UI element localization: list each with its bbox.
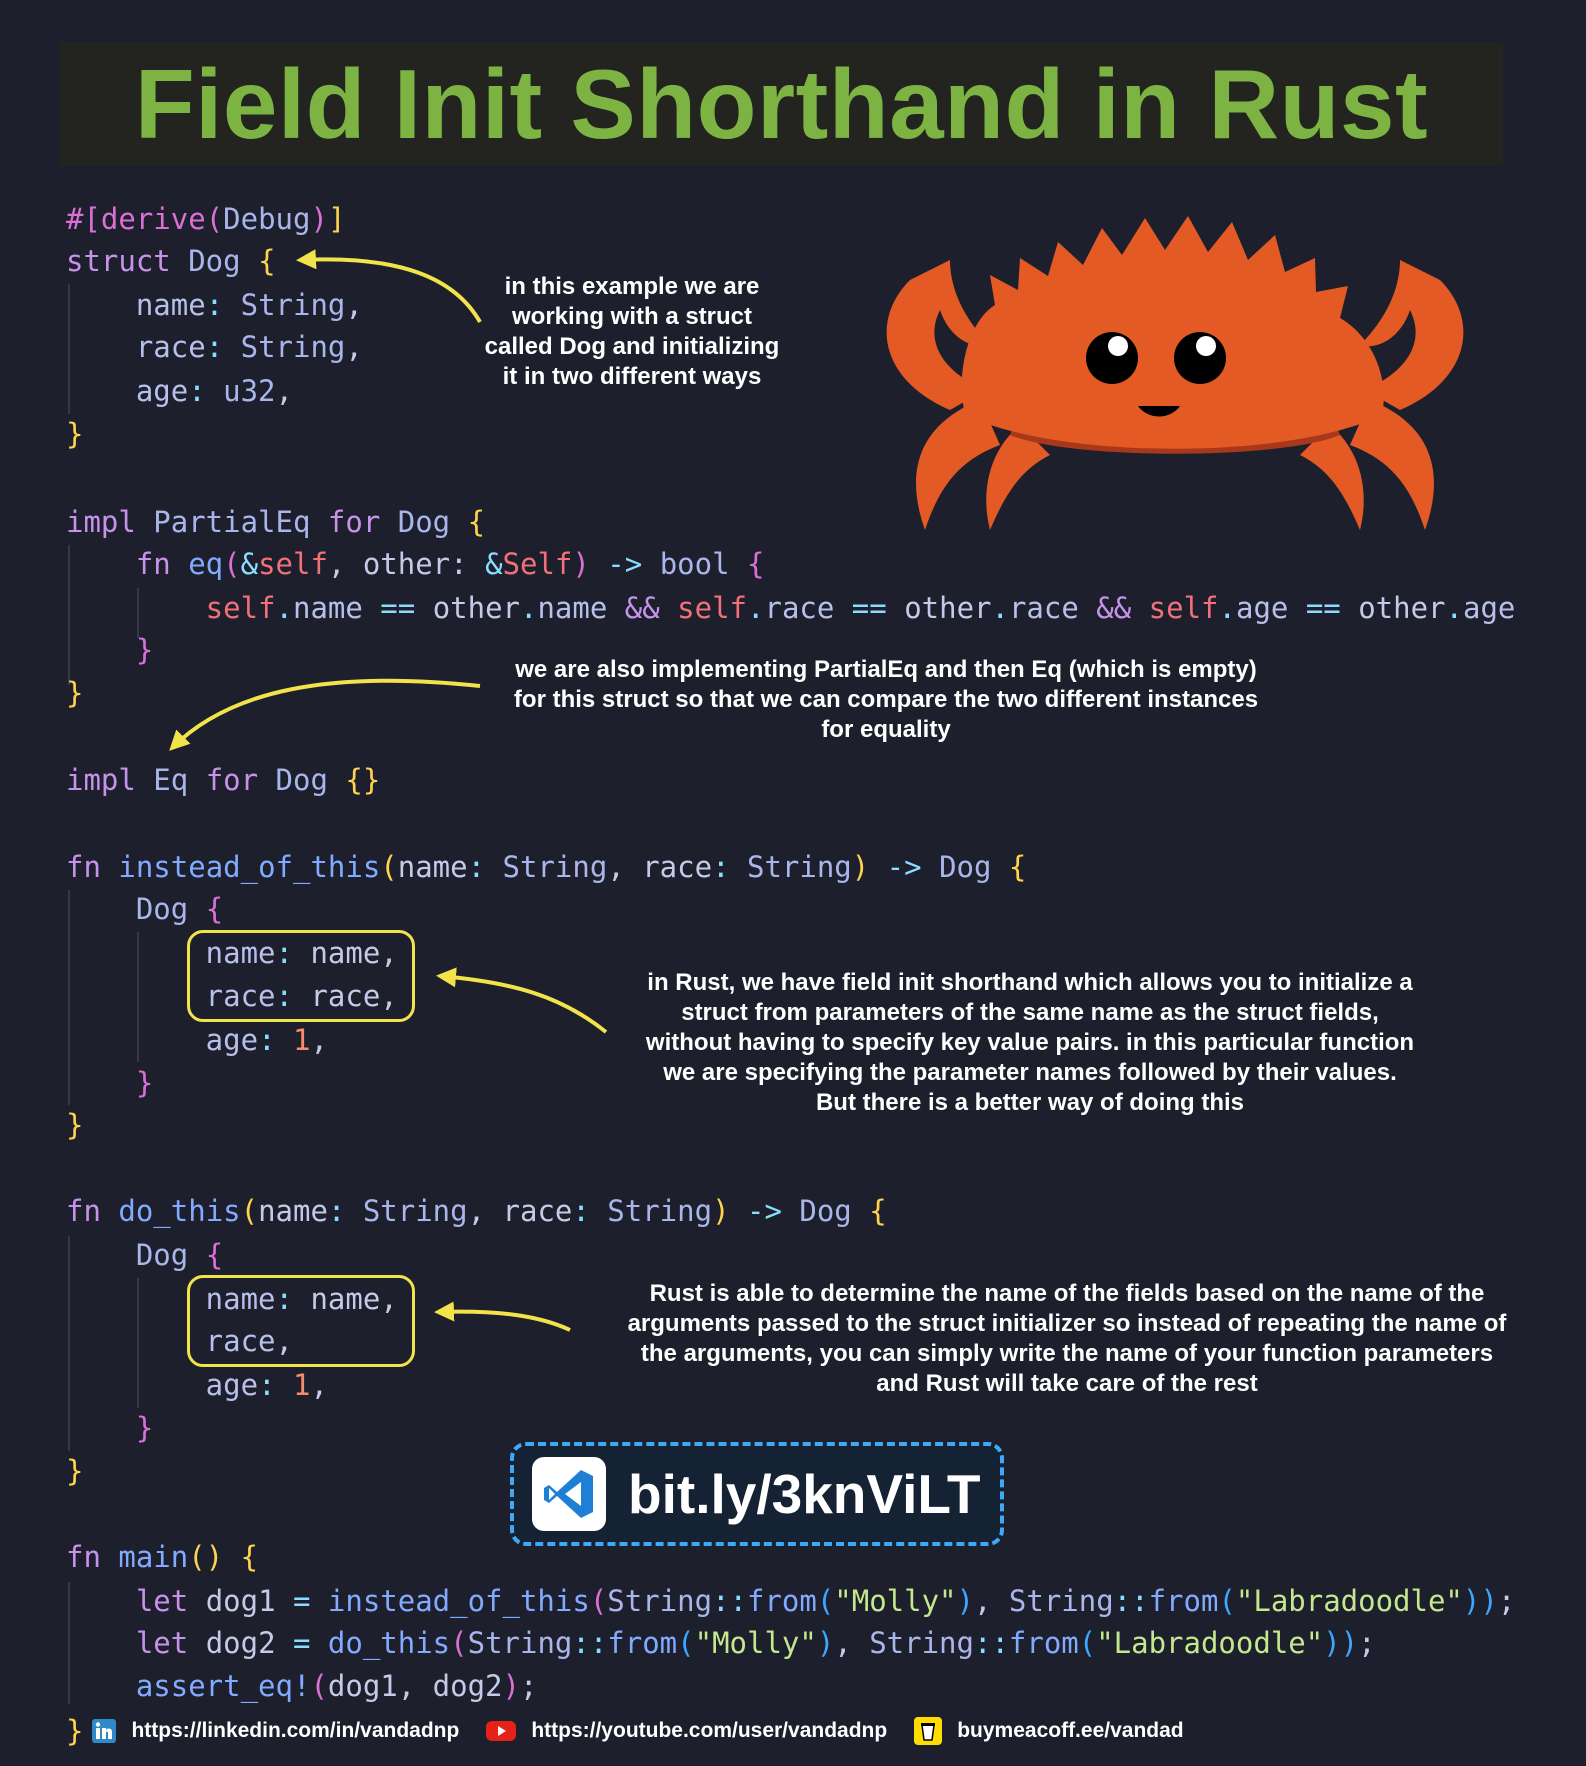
arrow-to-box-1 bbox=[436, 967, 608, 1034]
arrow-to-box-2 bbox=[434, 1301, 571, 1332]
arrow-to-impl-eq bbox=[169, 678, 481, 751]
shortlink-url[interactable]: bit.ly/3knViLT bbox=[628, 1462, 980, 1526]
shortlink-badge[interactable]: bit.ly/3knViLT bbox=[510, 1442, 1004, 1546]
footer-link[interactable]: https://linkedin.com/in/vandadnp bbox=[131, 1719, 459, 1743]
closing-brace: } bbox=[66, 1714, 84, 1748]
footer-link[interactable]: buymeacoff.ee/vandad bbox=[957, 1719, 1183, 1743]
linkedin-icon bbox=[91, 1718, 117, 1744]
footer: } https://linkedin.com/in/vandadnp https… bbox=[66, 1714, 1210, 1748]
youtube-icon bbox=[485, 1719, 517, 1743]
coffee-cup-icon bbox=[913, 1716, 943, 1746]
footer-link[interactable]: https://youtube.com/user/vandadnp bbox=[531, 1719, 887, 1743]
arrow-to-struct bbox=[296, 249, 482, 323]
vscode-icon bbox=[532, 1457, 606, 1531]
ferris-crab-icon bbox=[886, 216, 1464, 530]
